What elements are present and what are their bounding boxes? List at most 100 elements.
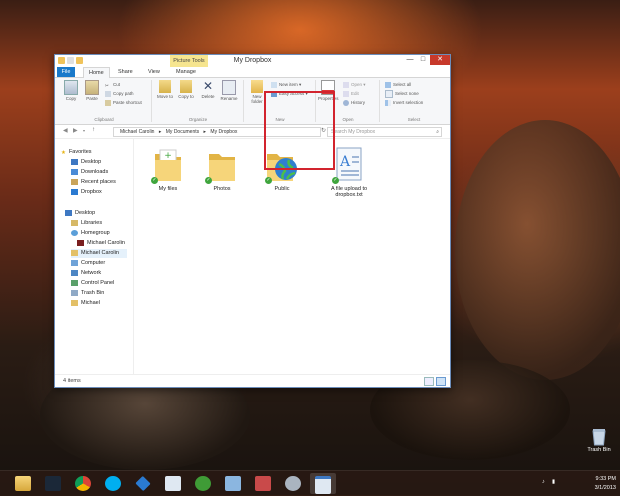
taskbar-app-chrome[interactable] [70,473,96,494]
maximize-button[interactable]: □ [417,55,429,65]
taskbar-app-skype[interactable] [100,473,126,494]
minimize-button[interactable]: — [404,55,416,65]
taskbar-app-explorer-active[interactable] [310,473,336,494]
nav-label: Recent places [81,179,116,185]
nav-item-libraries[interactable]: Libraries [71,219,102,228]
nav-item-network[interactable]: Network [71,269,101,278]
copy-path-button[interactable]: Copy path [105,90,134,98]
cut-button[interactable]: ✂ Cut [105,81,120,89]
tab-home[interactable]: Home [83,67,110,78]
nav-item-user-account[interactable]: Michael Carolin [77,239,125,248]
nav-label: Desktop [81,159,102,165]
taskbar-app-file-explorer[interactable] [10,473,36,494]
taskbar-app-steam[interactable] [40,473,66,494]
close-button[interactable]: ✕ [430,55,450,65]
text-document-icon: A ✓ [332,146,366,184]
history-button[interactable]: History [343,99,365,107]
tab-view[interactable]: View [143,67,165,77]
select-all-button[interactable]: Select all [385,81,411,89]
clock-date[interactable]: 3/1/2013 [595,485,616,491]
paste-shortcut-button[interactable]: Paste shortcut [105,99,142,107]
breadcrumb-segment[interactable]: Michael Carolin [120,129,154,135]
tab-manage[interactable]: Manage [171,67,201,77]
invert-selection-button[interactable]: Invert selection [385,99,423,107]
rename-button[interactable]: Rename [219,80,239,101]
volume-icon[interactable]: ♪ [542,479,545,485]
nav-item-homegroup[interactable]: Homegroup [71,229,110,238]
copy-to-label: Copy to [178,94,194,99]
network-icon [71,269,78,276]
select-none-button[interactable]: Select none [385,90,419,98]
select-group: Select all Select none Invert selection … [381,80,447,122]
breadcrumb-segment[interactable]: My Documents [166,129,199,135]
nav-item-downloads[interactable]: Downloads [71,168,108,177]
desktop-wallpaper-rock [455,120,620,380]
move-to-button[interactable]: Move to [155,80,175,99]
folder-icon: ✓ [205,146,239,184]
nav-item-desktop[interactable]: Desktop [71,158,101,167]
nav-label: Control Panel [81,280,115,286]
chrome-icon [75,476,91,491]
network-icon[interactable]: ▮ [552,479,555,485]
desktop-trash-bin[interactable]: Trash Bin [584,428,614,453]
nav-favorites-header[interactable]: ★ Favorites [61,148,92,157]
taskbar-app-settings[interactable] [280,473,306,494]
copy-icon [64,80,78,95]
select-none-icon [385,90,393,98]
taskbar-app-utorrent[interactable] [190,473,216,494]
taskbar-app-notepad[interactable] [160,473,186,494]
taskbar-app-media[interactable] [250,473,276,494]
history-label: History [351,100,366,105]
nav-label: Libraries [81,220,103,226]
search-icon[interactable]: ⌕ [436,128,439,136]
file-name: Public [274,186,290,192]
copy-button[interactable]: Copy [61,80,81,101]
breadcrumb-separator[interactable]: ▸ [204,129,207,135]
back-button[interactable]: ◀ [63,127,68,134]
large-icons-view-icon[interactable] [436,377,446,386]
nav-item-computer[interactable]: Computer [71,259,105,268]
details-view-icon[interactable] [424,377,434,386]
nav-item-recent-places[interactable]: Recent places [71,178,116,187]
taskbar-app-paint[interactable] [220,473,246,494]
tab-share[interactable]: Share [113,67,138,77]
select-group-label: Select [407,117,421,122]
taskbar-app-dropbox[interactable] [130,473,156,494]
nav-item-dropbox[interactable]: Dropbox [71,188,102,197]
move-to-icon [159,80,171,93]
search-placeholder: Search My Dropbox [331,129,376,135]
clock-time[interactable]: 9:33 PM [596,476,616,482]
desktop-icon [71,158,78,165]
paste-icon [85,80,99,95]
scissors-icon: ✂ [105,82,109,88]
recent-locations-button[interactable]: ▾ [83,128,85,133]
copy-to-button[interactable]: Copy to [176,80,196,99]
tab-file[interactable]: File [57,67,75,77]
nav-item-user-folder[interactable]: Michael Carolin [71,249,127,258]
nav-label: Computer [81,260,106,266]
paste-label: Paste [86,96,98,101]
delete-icon: ✕ [202,79,214,93]
delete-button[interactable]: ✕ Delete [198,79,218,100]
breadcrumb-segment[interactable]: My Dropbox [210,129,237,135]
nav-item-desktop-root[interactable]: Desktop [65,209,95,218]
file-item-my-files[interactable]: + ✓ My files [144,146,192,192]
new-item-button[interactable]: New item ▾ [271,81,301,89]
ribbon: Copy Paste ✂ Cut Copy path Paste shortcut… [55,78,450,125]
dropbox-icon [135,475,151,492]
breadcrumb-separator[interactable]: ▸ [159,129,162,135]
nav-item-control-panel[interactable]: Control Panel [71,279,114,288]
nav-item-trash-bin[interactable]: Trash Bin [71,289,104,298]
paint-icon [225,476,241,491]
rename-label: Rename [220,96,238,101]
nav-item-michael[interactable]: Michael [71,299,100,308]
open-button[interactable]: Open ▾ [343,81,366,89]
edit-button[interactable]: Edit [343,90,359,98]
file-item-photos[interactable]: ✓ Photos [198,146,246,192]
user-folder-icon [71,249,78,256]
cut-label: Cut [113,82,121,87]
search-input[interactable]: Search My Dropbox ⌕ [327,127,442,137]
paste-button[interactable]: Paste [82,80,102,101]
up-button[interactable]: ↑ [92,127,95,133]
forward-button[interactable]: ▶ [73,127,78,134]
